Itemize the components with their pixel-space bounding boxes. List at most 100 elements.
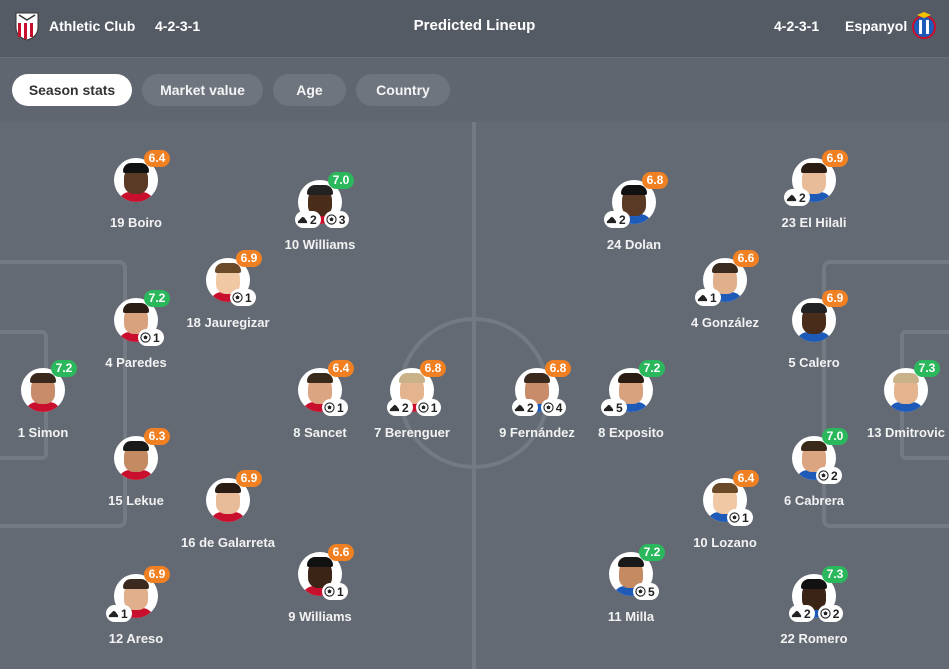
player-rating: 6.9	[236, 250, 262, 267]
goal-ball-icon	[140, 332, 151, 343]
badge-count: 5	[616, 400, 623, 415]
badge-count: 1	[121, 606, 128, 621]
player-name[interactable]: 22 Romero	[754, 631, 874, 647]
player-rating: 6.3	[144, 428, 170, 445]
assist-boot-icon	[791, 610, 802, 618]
player-name[interactable]: 8 Exposito	[571, 425, 691, 441]
player-name[interactable]: 9 Williams	[260, 609, 380, 625]
player-name[interactable]: 10 Lozano	[665, 535, 785, 551]
goals-badge: 3	[323, 211, 350, 228]
player-stat-badges: 2	[784, 189, 810, 206]
goal-ball-icon	[818, 470, 829, 481]
player-rating: 7.2	[639, 544, 665, 561]
goals-badge: 1	[415, 399, 442, 416]
player-name[interactable]: 4 Paredes	[76, 355, 196, 371]
goals-badge: 4	[540, 399, 567, 416]
player-stat-badges: 2	[604, 211, 630, 228]
player-rating: 6.9	[144, 566, 170, 583]
player-rating: 6.4	[733, 470, 759, 487]
player-stat-badges: 22	[789, 605, 844, 622]
goal-ball-icon	[232, 292, 243, 303]
player-name[interactable]: 13 Dmitrovic	[846, 425, 949, 441]
assist-boot-icon	[389, 404, 400, 412]
player-name[interactable]: 1 Simon	[0, 425, 103, 441]
player-name[interactable]: 11 Milla	[571, 609, 691, 625]
badge-count: 2	[831, 468, 838, 483]
away-formation: 4-2-3-1	[774, 18, 820, 34]
goals-badge: 1	[138, 329, 164, 346]
tab-country[interactable]: Country	[356, 74, 450, 106]
player-rating: 7.0	[328, 172, 354, 189]
player-name[interactable]: 16 de Galarreta	[168, 535, 288, 551]
tab-market-value[interactable]: Market value	[142, 74, 263, 106]
espanyol-crest-icon	[912, 12, 936, 39]
player-rating: 7.0	[822, 428, 848, 445]
player-rating: 6.4	[328, 360, 354, 377]
player-name[interactable]: 15 Lekue	[76, 493, 196, 509]
player-rating: 6.8	[420, 360, 446, 377]
badge-count: 5	[648, 584, 655, 599]
player-stat-badges: 1	[695, 289, 721, 306]
assist-boot-icon	[297, 216, 308, 224]
badge-count: 1	[430, 400, 438, 415]
player-rating: 6.9	[822, 150, 848, 167]
badge-count: 1	[742, 510, 749, 525]
tab-season-stats[interactable]: Season stats	[12, 74, 132, 106]
stat-tabs: Season stats Market value Age Country	[12, 74, 450, 106]
badge-count: 3	[338, 212, 346, 227]
player-rating: 6.4	[144, 150, 170, 167]
goals-badge: 1	[322, 583, 348, 600]
goals-badge: 1	[322, 399, 348, 416]
assist-boot-icon	[108, 610, 119, 618]
player-rating: 6.6	[733, 250, 759, 267]
pitch: 7.2 1 Simon 6.4 19 Boiro 7.2 4 Paredes 1 6.3 15 …	[0, 122, 949, 669]
player-name[interactable]: 23 El Hilali	[754, 215, 874, 231]
player-stat-badges: 21	[387, 399, 442, 416]
player-name[interactable]: 10 Williams	[260, 237, 380, 253]
player-name[interactable]: 5 Calero	[754, 355, 874, 371]
player-stat-badges: 5	[601, 399, 627, 416]
assists-badge: 2	[604, 211, 630, 228]
player-rating: 6.6	[328, 544, 354, 561]
assists-badge: 2	[387, 399, 413, 416]
player-stat-badges: 23	[295, 211, 350, 228]
player-stat-badges: 1	[106, 605, 132, 622]
player-name[interactable]: 4 González	[665, 315, 785, 331]
badge-count: 2	[310, 212, 317, 227]
away-team-name[interactable]: Espanyol	[845, 18, 907, 34]
badge-count: 1	[153, 330, 160, 345]
badge-count: 2	[619, 212, 626, 227]
player-name[interactable]: 12 Areso	[76, 631, 196, 647]
player-stat-badges: 5	[633, 583, 659, 600]
assists-badge: 1	[695, 289, 721, 306]
player-rating: 7.3	[822, 566, 848, 583]
tab-age[interactable]: Age	[273, 74, 346, 106]
assist-boot-icon	[606, 216, 617, 224]
goals-badge: 1	[230, 289, 256, 306]
goal-ball-icon	[324, 402, 335, 413]
player-stat-badges: 2	[816, 467, 842, 484]
goals-badge: 1	[727, 509, 753, 526]
assists-badge: 2	[512, 399, 538, 416]
player-name[interactable]: 6 Cabrera	[754, 493, 874, 509]
player-stat-badges: 1	[230, 289, 256, 306]
goal-ball-icon	[729, 512, 740, 523]
player-rating: 7.3	[914, 360, 940, 377]
badge-count: 2	[799, 190, 806, 205]
badge-count: 1	[337, 584, 344, 599]
goal-ball-icon	[324, 586, 335, 597]
player-name[interactable]: 19 Boiro	[76, 215, 196, 231]
goal-ball-icon	[635, 586, 646, 597]
assists-badge: 2	[789, 605, 815, 622]
player-name[interactable]: 18 Jauregizar	[168, 315, 288, 331]
player-stat-badges: 1	[138, 329, 164, 346]
assists-badge: 5	[601, 399, 627, 416]
player-name[interactable]: 7 Berenguer	[352, 425, 472, 441]
player-name[interactable]: 24 Dolan	[574, 237, 694, 253]
assists-badge: 2	[295, 211, 321, 228]
player-rating: 6.8	[642, 172, 668, 189]
goal-ball-icon	[820, 608, 831, 619]
assists-badge: 2	[784, 189, 810, 206]
player-rating: 6.9	[822, 290, 848, 307]
goals-badge: 2	[816, 467, 842, 484]
